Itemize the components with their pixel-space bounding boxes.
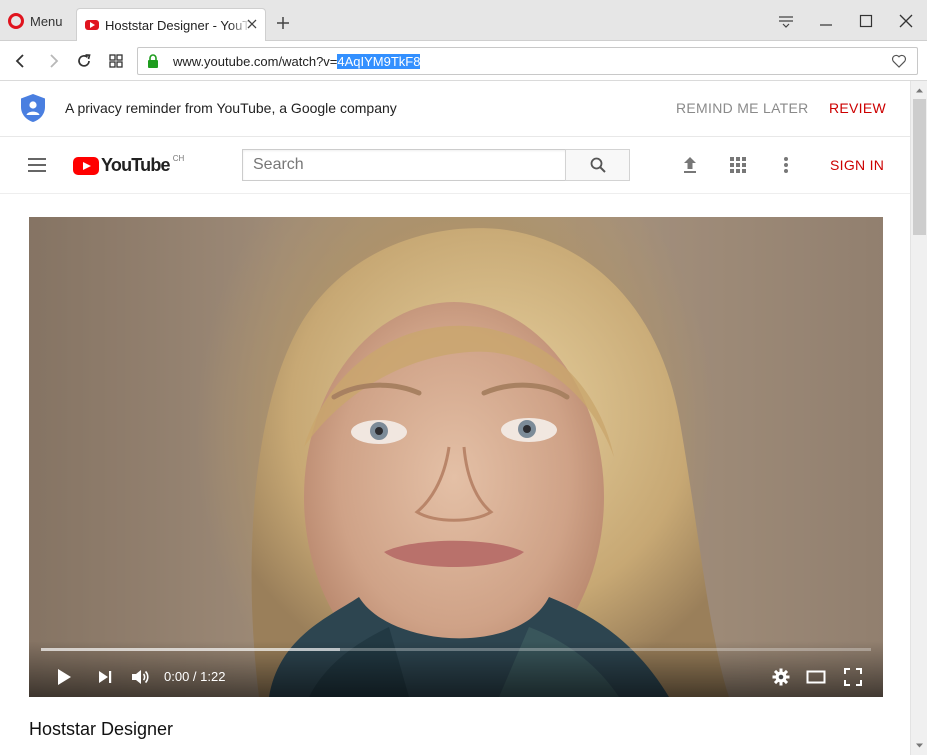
fullscreen-icon[interactable] xyxy=(843,667,863,687)
new-tab-icon[interactable] xyxy=(276,16,290,30)
minimize-icon[interactable] xyxy=(817,12,835,30)
opera-menu-label: Menu xyxy=(30,13,63,29)
search-icon xyxy=(590,157,606,173)
time-separator: / xyxy=(189,669,201,684)
close-tab-icon[interactable] xyxy=(245,17,259,31)
tab-youtube[interactable]: Hoststar Designer - YouTube xyxy=(76,8,266,41)
search-button[interactable] xyxy=(565,149,630,181)
time-display: 0:00 / 1:22 xyxy=(164,669,225,684)
scroll-down-arrow-icon[interactable] xyxy=(915,741,924,750)
progress-bar[interactable] xyxy=(41,648,871,651)
url-text[interactable]: www.youtube.com/watch?v=4AqIYM9TkF8 xyxy=(173,54,421,69)
url-base: www.youtube.com/watch?v= xyxy=(173,54,338,69)
sign-in-button[interactable]: SIGN IN xyxy=(830,157,884,173)
country-code: CH xyxy=(172,154,185,163)
youtube-logo-text: YouTube xyxy=(101,155,171,175)
page-content: A privacy reminder from YouTube, a Googl… xyxy=(0,81,910,755)
remind-me-later-button[interactable]: REMIND ME LATER xyxy=(676,100,809,116)
speed-dial-icon[interactable] xyxy=(107,52,125,70)
navigation-bar: www.youtube.com/watch?v=4AqIYM9TkF8 xyxy=(0,41,927,81)
tab-strip: Menu Hoststar Designer - YouTube xyxy=(0,0,927,41)
page-scrollbar[interactable] xyxy=(910,81,927,755)
player-controls: 0:00 / 1:22 xyxy=(29,641,883,697)
tab-title: Hoststar Designer - YouTube xyxy=(105,17,251,33)
video-player[interactable]: 0:00 / 1:22 xyxy=(29,217,883,697)
youtube-header: YouTube CH SIGN IN xyxy=(0,137,910,194)
youtube-logo[interactable]: YouTube CH xyxy=(73,154,185,176)
forward-icon[interactable] xyxy=(44,52,62,70)
theater-mode-icon[interactable] xyxy=(806,667,826,687)
reload-icon[interactable] xyxy=(75,52,93,70)
scroll-up-arrow-icon[interactable] xyxy=(915,86,924,95)
opera-logo-icon xyxy=(8,13,24,29)
play-icon[interactable] xyxy=(54,667,74,687)
apps-grid-icon[interactable] xyxy=(728,155,748,175)
guide-menu-icon[interactable] xyxy=(27,157,47,173)
youtube-favicon-icon xyxy=(85,20,99,30)
review-button[interactable]: REVIEW xyxy=(829,100,886,116)
privacy-reminder-bar: A privacy reminder from YouTube, a Googl… xyxy=(0,81,910,137)
maximize-icon[interactable] xyxy=(857,12,875,30)
url-selected-text: 4AqIYM9TkF8 xyxy=(337,54,421,69)
upload-icon[interactable] xyxy=(680,155,700,175)
lock-icon[interactable] xyxy=(147,54,159,68)
volume-icon[interactable] xyxy=(130,667,150,687)
address-bar[interactable]: www.youtube.com/watch?v=4AqIYM9TkF8 xyxy=(137,47,918,75)
tab-menu-icon[interactable] xyxy=(777,12,795,30)
close-window-icon[interactable] xyxy=(897,12,915,30)
bookmark-heart-icon[interactable] xyxy=(891,53,907,69)
more-vertical-icon[interactable] xyxy=(776,155,796,175)
settings-gear-icon[interactable] xyxy=(771,667,791,687)
video-title: Hoststar Designer xyxy=(29,719,174,739)
back-icon[interactable] xyxy=(12,52,30,70)
search-input[interactable] xyxy=(242,149,566,181)
youtube-play-logo-icon xyxy=(73,156,99,175)
opera-menu-button[interactable]: Menu xyxy=(8,10,63,32)
total-time: 1:22 xyxy=(200,669,226,684)
video-frame-image xyxy=(29,217,883,697)
next-video-icon[interactable] xyxy=(95,667,115,687)
privacy-reminder-text: A privacy reminder from YouTube, a Googl… xyxy=(65,100,397,116)
privacy-shield-icon xyxy=(21,94,45,122)
scrollbar-thumb[interactable] xyxy=(913,99,926,235)
progress-loaded xyxy=(41,648,340,651)
current-time: 0:00 xyxy=(164,669,190,684)
